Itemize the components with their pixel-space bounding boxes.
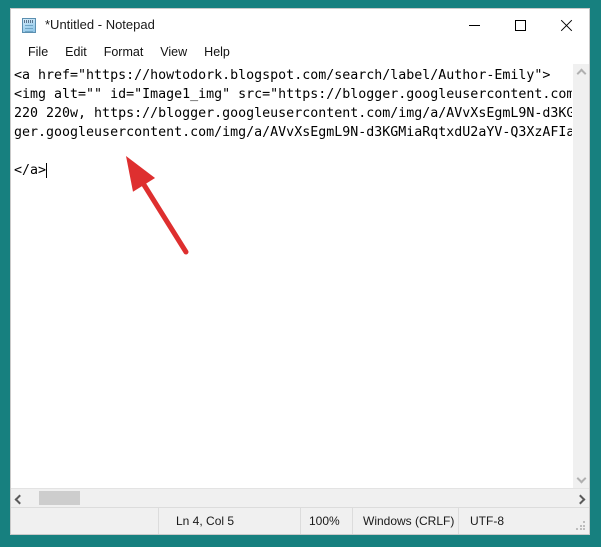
horizontal-scrollbar[interactable]: [11, 488, 589, 507]
scroll-left-button[interactable]: [11, 489, 28, 507]
menu-item-help[interactable]: Help: [196, 42, 239, 62]
scroll-right-button[interactable]: [572, 489, 589, 507]
menu-item-file[interactable]: File: [20, 42, 57, 62]
status-cursor-position: Ln 4, Col 5: [158, 508, 300, 534]
close-button[interactable]: [544, 9, 589, 41]
status-bar: Ln 4, Col 5 100% Windows (CRLF) UTF-8: [11, 507, 589, 534]
maximize-icon: [515, 19, 526, 31]
text-caret: [46, 163, 48, 178]
code-line: <a href="https://howtodork.blogspot.com/…: [14, 68, 551, 83]
horizontal-scroll-thumb[interactable]: [39, 491, 80, 505]
maximize-button[interactable]: [498, 9, 543, 41]
chevron-down-icon: [578, 476, 585, 483]
chevron-left-icon: [16, 495, 23, 502]
menu-item-edit[interactable]: Edit: [57, 42, 96, 62]
menu-item-view[interactable]: View: [152, 42, 196, 62]
menu-item-format[interactable]: Format: [96, 42, 153, 62]
status-spacer: [11, 508, 158, 534]
status-line-ending: Windows (CRLF): [352, 508, 458, 534]
code-line: 220 220w, https://blogger.googleusercont…: [14, 106, 572, 121]
window-title: *Untitled - Notepad: [45, 17, 155, 32]
text-editor[interactable]: <a href="https://howtodork.blogspot.com/…: [11, 64, 572, 488]
title-bar[interactable]: *Untitled - Notepad: [11, 9, 589, 41]
chevron-right-icon: [577, 495, 584, 502]
code-line: <img alt="" id="Image1_img" src="https:/…: [14, 87, 572, 102]
chevron-up-icon: [578, 69, 585, 76]
status-encoding: UTF-8: [458, 508, 589, 534]
editor-area: <a href="https://howtodork.blogspot.com/…: [11, 63, 589, 488]
notepad-window: *Untitled - Notepad File Edit Format Vie…: [11, 9, 589, 534]
code-line-text: </a>: [14, 163, 47, 178]
scroll-up-button[interactable]: [573, 64, 590, 81]
resize-grip[interactable]: [576, 521, 586, 531]
horizontal-scroll-track[interactable]: [28, 489, 572, 507]
vertical-scrollbar[interactable]: [572, 64, 589, 488]
code-line: ger.googleusercontent.com/img/a/AVvXsEgm…: [14, 125, 572, 140]
minimize-button[interactable]: [452, 9, 497, 41]
menu-bar: File Edit Format View Help: [11, 41, 589, 63]
minimize-icon: [469, 24, 480, 26]
code-line: </a>: [11, 161, 572, 180]
close-icon: [560, 19, 573, 32]
notepad-icon: [20, 17, 37, 34]
scroll-down-button[interactable]: [573, 471, 590, 488]
status-zoom-level[interactable]: 100%: [300, 508, 352, 534]
